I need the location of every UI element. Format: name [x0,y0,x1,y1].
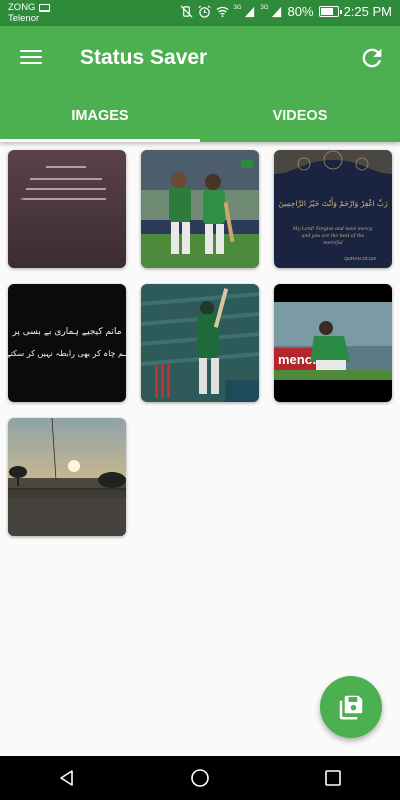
carrier-top: ZONG [8,2,36,13]
alarm-icon [198,5,210,18]
cricket-fielder-image: menom [274,284,392,402]
urdu-poetry-image [8,150,126,268]
signal-icon [271,6,281,18]
app-bar: Status Saver IMAGES VIDEOS [0,26,400,142]
signal-2: 3G [261,5,283,18]
dua-arabic: رَبِّ اغْفِرْ وَارْحَمْ وَأَنْتَ خَيْرُ … [278,197,388,209]
save-all-fab[interactable] [320,676,382,738]
signal-1: 3G [234,5,256,18]
app-title: Status Saver [80,46,208,69]
status-image-thumbnail[interactable] [8,418,126,536]
dua-ref: QURAN 23:118 [344,256,376,261]
poetry-line-2: ہم چاہ کر بھی رابطہ نہیں کر سکتے [8,349,126,358]
battery-icon [318,6,342,17]
menu-button[interactable] [18,46,44,70]
battery-percent: 80% [287,4,314,19]
vibrate-mute-icon [180,5,193,18]
network-type-1: 3G [233,5,242,11]
signal-icon [244,6,254,18]
status-image-thumbnail[interactable] [8,150,126,268]
refresh-icon [362,48,382,68]
carrier-info: ZONG Telenor [8,2,51,24]
tab-bar: IMAGES VIDEOS [0,98,400,142]
status-image-thumbnail[interactable] [141,150,259,268]
save-all-icon [339,695,363,720]
dua-english-3: merciful [323,240,343,246]
status-image-thumbnail[interactable]: رَبِّ اغْفِرْ وَارْحَمْ وَأَنْتَ خَيْرُ … [274,150,392,268]
wifi-icon [216,6,229,18]
home-circle-icon [191,769,209,787]
recents-square-icon [325,770,342,786]
status-bar: ZONG Telenor 3G 3G 80% 2:25 PM [0,0,400,26]
dua-english-2: and you are the best of the [302,233,365,239]
status-icons: 3G 3G 80% 2:25 PM [180,4,392,19]
system-nav-bar [0,756,400,800]
refresh-button[interactable] [358,44,386,72]
poetry-line-1: ماتم کیجیے ہماری بے بسی پر [11,327,121,337]
urdu-poetry-image: ماتم کیجیے ہماری بے بسی پر ہم چاہ کر بھی… [8,284,126,402]
tab-videos[interactable]: VIDEOS [200,98,400,142]
nav-recents-button[interactable] [313,758,353,798]
laptop-icon [39,3,51,12]
islamic-dua-image: رَبِّ اغْفِرْ وَارْحَمْ وَأَنْتَ خَيْرُ … [274,150,392,268]
status-image-thumbnail[interactable]: ماتم کیجیے ہماری بے بسی پر ہم چاہ کر بھی… [8,284,126,402]
nav-home-button[interactable] [180,758,220,798]
clock: 2:25 PM [343,4,392,19]
tab-indicator [0,139,200,142]
tab-images[interactable]: IMAGES [0,98,200,142]
network-type-2: 3G [260,5,269,11]
back-triangle-icon [59,770,73,786]
status-image-thumbnail[interactable]: menom [274,284,392,402]
status-grid: رَبِّ اغْفِرْ وَارْحَمْ وَأَنْتَ خَيْرُ … [8,150,392,536]
cricket-players-image [141,150,259,268]
battery-fill [320,8,333,15]
status-image-thumbnail[interactable] [141,284,259,402]
cricket-batsman-image [141,284,259,402]
dua-english-1: My Lord! Forgive and have mercy, [292,226,373,232]
nav-back-button[interactable] [47,758,87,798]
carrier-bottom: Telenor [8,13,40,24]
sunset-landscape-image [8,418,126,536]
